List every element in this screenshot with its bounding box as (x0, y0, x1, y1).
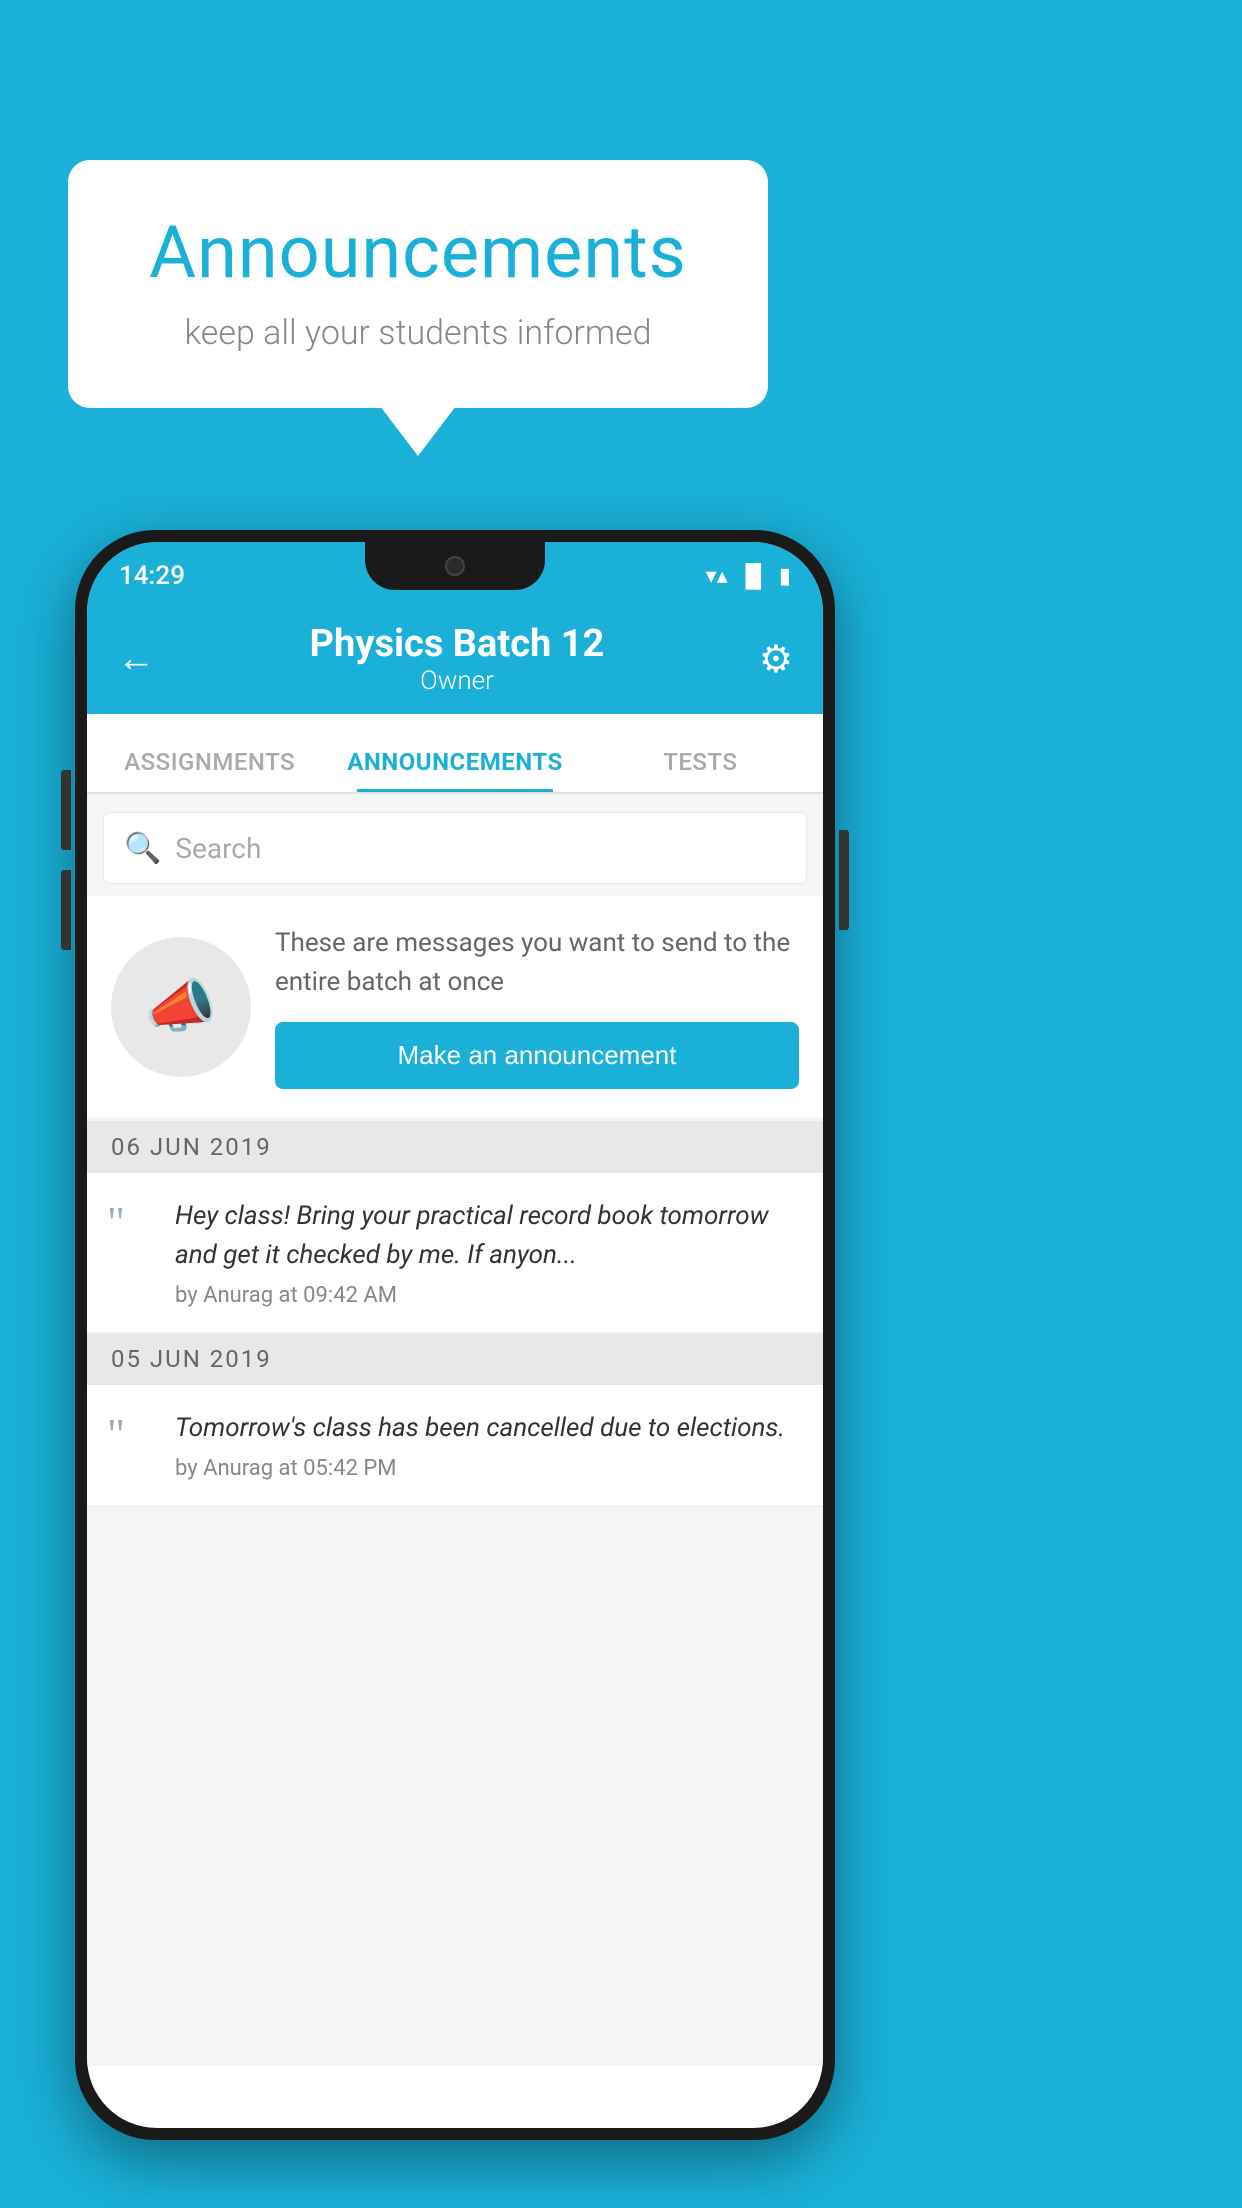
quote-icon-1: " (107, 1201, 157, 1245)
bubble-title: Announcements (128, 210, 708, 295)
announcement-item-2[interactable]: " Tomorrow's class has been cancelled du… (87, 1385, 823, 1506)
quote-icon-2: " (107, 1413, 157, 1457)
camera (445, 556, 465, 576)
announcement-prompt-card: 📣 These are messages you want to send to… (87, 896, 823, 1117)
search-bar[interactable]: 🔍 Search (103, 812, 807, 884)
announcement-text-1: Hey class! Bring your practical record b… (175, 1197, 803, 1275)
app-bar-subtitle: Owner (310, 666, 605, 696)
tab-tests[interactable]: TESTS (578, 748, 823, 792)
announcement-text-2: Tomorrow's class has been cancelled due … (175, 1409, 785, 1448)
announcement-content-1: Hey class! Bring your practical record b… (175, 1197, 803, 1308)
app-bar-center: Physics Batch 12 Owner (310, 622, 605, 696)
status-icons: ▾▴ ▐▌ ▮ (706, 563, 791, 589)
app-bar: ← Physics Batch 12 Owner ⚙ (87, 604, 823, 714)
search-placeholder: Search (175, 832, 261, 865)
back-button[interactable]: ← (117, 637, 155, 681)
announcement-item-1[interactable]: " Hey class! Bring your practical record… (87, 1173, 823, 1333)
power-button (839, 830, 849, 930)
search-icon: 🔍 (124, 831, 161, 866)
speech-bubble-container: Announcements keep all your students inf… (68, 160, 768, 408)
date-separator-1: 06 JUN 2019 (87, 1121, 823, 1173)
bubble-subtitle: keep all your students informed (128, 313, 708, 353)
announce-description: These are messages you want to send to t… (275, 924, 799, 1002)
status-time: 14:29 (119, 561, 185, 591)
phone-screen: 14:29 ▾▴ ▐▌ ▮ ← Physics Batch 12 Owner ⚙… (87, 542, 823, 2128)
volume-up-button (61, 770, 71, 850)
announce-prompt-right: These are messages you want to send to t… (275, 924, 799, 1089)
volume-down-button (61, 870, 71, 950)
date-separator-2: 05 JUN 2019 (87, 1333, 823, 1385)
announcement-content-2: Tomorrow's class has been cancelled due … (175, 1409, 785, 1481)
announcement-by-1: by Anurag at 09:42 AM (175, 1283, 803, 1308)
announcement-by-2: by Anurag at 05:42 PM (175, 1456, 785, 1481)
megaphone-icon: 📣 (145, 973, 217, 1041)
content-area: 🔍 Search 📣 These are messages you want t… (87, 794, 823, 2066)
speech-bubble: Announcements keep all your students inf… (68, 160, 768, 408)
wifi-icon: ▾▴ (706, 564, 728, 589)
megaphone-circle: 📣 (111, 937, 251, 1077)
notch (365, 542, 545, 590)
signal-icon: ▐▌ (738, 563, 769, 589)
settings-icon[interactable]: ⚙ (759, 637, 793, 682)
tab-assignments[interactable]: ASSIGNMENTS (87, 748, 332, 792)
battery-icon: ▮ (779, 564, 791, 589)
tab-announcements[interactable]: ANNOUNCEMENTS (332, 748, 577, 792)
phone: 14:29 ▾▴ ▐▌ ▮ ← Physics Batch 12 Owner ⚙… (75, 530, 835, 2140)
make-announcement-button[interactable]: Make an announcement (275, 1022, 799, 1089)
tabs: ASSIGNMENTS ANNOUNCEMENTS TESTS (87, 714, 823, 794)
app-bar-title: Physics Batch 12 (310, 622, 605, 666)
